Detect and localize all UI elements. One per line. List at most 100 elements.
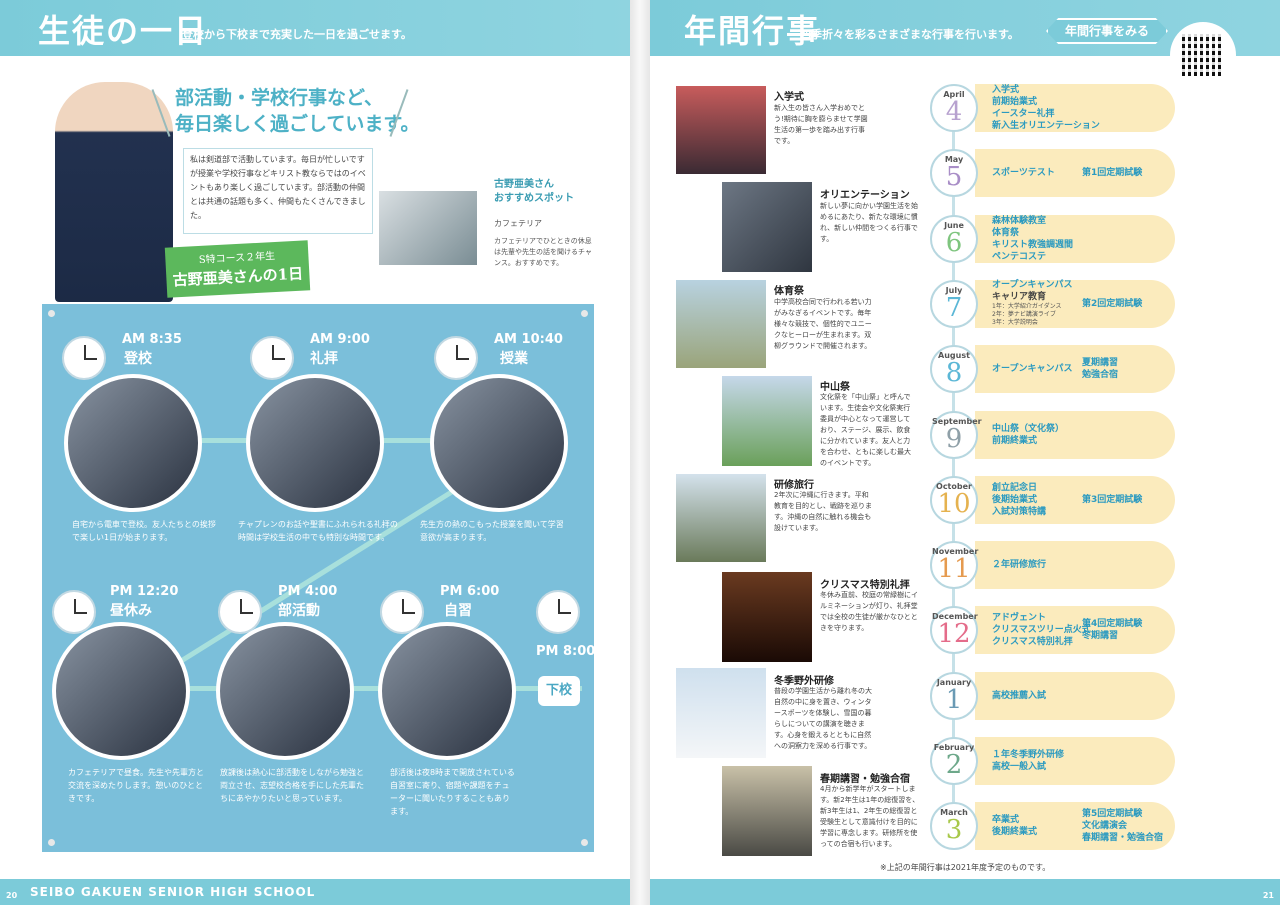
month-events: 入学式 前期始業式 イースター礼拝 新入生オリエンテーション — [992, 84, 1100, 132]
month-exam: 冬期講習 — [1082, 631, 1119, 641]
month-event: アドヴェント — [992, 613, 1047, 623]
event-photo-7 — [676, 668, 766, 758]
left-page-number: 20 — [6, 891, 18, 900]
month-events: アドヴェント クリスマスツリー点火式 クリスマス特別礼拝 — [992, 612, 1091, 648]
panel-pin — [581, 310, 588, 317]
event-title-2: オリエンテーション — [820, 190, 910, 201]
event-title-4: 中山祭 — [820, 382, 850, 393]
month-events: 森林体験教室 体育祭 キリスト教強調週間 ペンテコステ — [992, 215, 1073, 263]
month-number: 10 — [937, 489, 971, 519]
month-event: 創立記念日 — [992, 483, 1038, 493]
month-exams: 第3回定期試験 — [1082, 494, 1142, 506]
month-event: クリスマスツリー点火式 — [992, 625, 1091, 635]
month-number: 8 — [945, 358, 963, 388]
month-event: 卒業式 — [992, 815, 1020, 825]
month-event: キャリア教育 — [992, 292, 1047, 302]
month-exam: 第3回定期試験 — [1082, 495, 1143, 505]
month-events: オープンキャンパス キャリア教育 1年：大学紹介ガイダンス 2年：夢ナビ講演ライブ 3年… — [992, 279, 1072, 327]
event-photo-5 — [676, 474, 766, 562]
month-event: イースター礼拝 — [992, 109, 1055, 119]
month-number: 9 — [945, 424, 963, 454]
headline-line-2: 毎日楽しく過ごしています。 — [175, 113, 420, 135]
month-exams: 第1回定期試験 — [1082, 167, 1142, 179]
schedule-activity-5: 部活動 — [278, 603, 320, 619]
month-badge: January 1 — [930, 672, 978, 720]
annual-events-button[interactable]: 年間行事をみる — [1046, 18, 1168, 44]
month-exams: 夏期講習 勉強合宿 — [1082, 357, 1118, 381]
headline-line-1: 部活動・学校行事など、 — [175, 87, 384, 109]
month-number: 5 — [945, 162, 963, 192]
event-title-3: 体育祭 — [774, 286, 804, 297]
schedule-desc-5: 放課後は熱心に部活動をしながら勉強と両立させ、志望校合格を手にした先輩たちにあや… — [220, 768, 364, 803]
event-title-5: 研修旅行 — [774, 480, 814, 491]
month-number: 2 — [945, 750, 963, 780]
schedule-desc-6: 部活後は夜8時まで開放されている自習室に寄り、宿題や課題をチューターに聞いたりす… — [390, 768, 515, 816]
clock-icon — [62, 336, 106, 380]
month-badge: November 11 — [930, 541, 978, 589]
schedule-end-time: PM 8:00 — [536, 644, 596, 659]
event-body-7: 普段の学園生活から離れ冬の大自然の中に身を置き、ウィンタースポーツを体験し、雪国… — [774, 687, 872, 750]
month-number: 6 — [945, 228, 963, 258]
event-body-1: 新入生の皆さん入学おめでとう!期待に胸を膨らませて学園生活の第一歩を踏み出す行事… — [774, 104, 868, 145]
clock-icon — [250, 336, 294, 380]
month-exams: 第5回定期試験 文化講演会 春期講習・勉強合宿 — [1082, 808, 1163, 844]
left-page-subtitle: 登校から下校まで充実した一日を過ごせます。 — [182, 28, 412, 41]
month-event: 後期始業式 — [992, 495, 1038, 505]
month-exam: 第5回定期試験 — [1082, 809, 1143, 819]
month-events: １年冬季野外研修 高校一般入試 — [992, 749, 1064, 773]
month-event: 入学式 — [992, 85, 1020, 95]
month-events: スポーツテスト — [992, 167, 1055, 179]
event-body-6: 冬休み直前、校庭の常緑樹にイルミネーションが灯り、礼拝堂では全校の生徒が厳かなひ… — [820, 591, 918, 632]
event-body-2: 新しい夢に向かい学園生活を始めるにあたり、新たな環境に慣れ、新しい仲間をつくる行… — [820, 202, 918, 243]
month-number: 1 — [945, 685, 963, 715]
month-event: 森林体験教室 — [992, 216, 1047, 226]
event-photo-8 — [722, 766, 812, 856]
month-number: 4 — [945, 97, 963, 127]
schedule-activity-6: 自習 — [444, 603, 472, 619]
footer-school-name: SEIBO GAKUEN SENIOR HIGH SCHOOL — [30, 885, 316, 899]
panel-pin — [48, 310, 55, 317]
career-detail: 2年：夢ナビ講演ライブ — [992, 311, 1056, 318]
schedule-desc-4: カフェテリアで昼食。先生や先輩方と交流を深めたりします。憩いのひとときです。 — [68, 768, 204, 803]
spot-name: カフェテリア — [494, 219, 542, 228]
schedule-photo-5 — [216, 622, 354, 760]
qr-code[interactable] — [1170, 22, 1236, 88]
month-exam: 文化講演会 — [1082, 821, 1128, 831]
month-badge: June 6 — [930, 215, 978, 263]
month-event: ペンテコステ — [992, 252, 1047, 262]
month-number: 7 — [945, 293, 963, 323]
month-event: 新入生オリエンテーション — [992, 121, 1100, 131]
month-badge: May 5 — [930, 149, 978, 197]
month-event: オープンキャンパス — [992, 364, 1073, 374]
panel-pin — [581, 839, 588, 846]
spot-title: 古野亜美さん おすすめスポット — [494, 178, 574, 206]
schedule-activity-4: 昼休み — [110, 603, 152, 619]
schedule-desc-2: チャプレンのお話や聖書にふれられる礼拝の時間は学校生活の中でも特別な時間です。 — [238, 520, 398, 542]
career-detail: 1年：大学紹介ガイダンス — [992, 303, 1062, 310]
schedule-photo-4 — [52, 622, 190, 760]
month-badge: September 9 — [930, 411, 982, 459]
event-body-3: 中学高校合同で行われる若い力がみなぎるイベントです。毎年様々な競技で、個性的でユ… — [774, 298, 872, 350]
schedule-photo-2 — [246, 374, 384, 512]
event-photo-1 — [676, 86, 766, 174]
month-timeline-line — [952, 88, 955, 848]
book-spine — [630, 0, 650, 905]
spot-body: カフェテリアでひとときの休息は先輩や先生の話を聞けるチャンス。おすすめです。 — [494, 237, 592, 267]
schedule-photo-1 — [64, 374, 202, 512]
event-photo-4 — [722, 376, 812, 466]
schedule-note: ※上記の年間行事は2021年度予定のものです。 — [880, 863, 1051, 872]
month-event: 高校一般入試 — [992, 762, 1047, 772]
event-body-4: 文化祭を「中山祭」と呼んでいます。生徒会や文化祭実行委員が中心となって運営してお… — [820, 393, 911, 467]
qr-code-pattern — [1182, 34, 1224, 76]
schedule-time-1: AM 8:35 — [122, 332, 182, 347]
event-photo-2 — [722, 182, 812, 272]
month-event: 入試対策特講 — [992, 507, 1047, 517]
schedule-time-6: PM 6:00 — [440, 584, 500, 599]
event-body-5: 2年次に沖縄に行きます。平和教育を目的とし、戦跡を巡ります。沖縄の自然に触れる機… — [774, 491, 872, 532]
month-exam: 夏期講習 — [1082, 358, 1119, 368]
daily-schedule-panel: AM 8:35 登校 自宅から電車で登校。友人たちとの挨拶で楽しい1日が始まりま… — [42, 304, 596, 852]
spot-title-line-2: おすすめスポット — [494, 193, 574, 204]
month-events: 創立記念日後期始業式入試対策特講 — [992, 482, 1046, 518]
schedule-time-2: AM 9:00 — [310, 332, 370, 347]
schedule-time-3: AM 10:40 — [494, 332, 563, 347]
